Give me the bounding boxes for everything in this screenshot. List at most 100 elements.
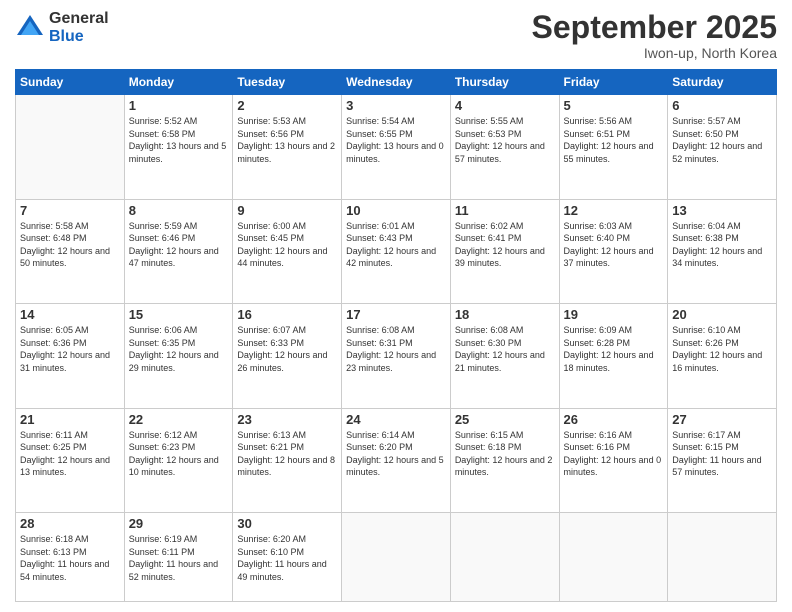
day-number: 20 bbox=[672, 307, 772, 322]
table-row: 10 Sunrise: 6:01 AM Sunset: 6:43 PM Dayli… bbox=[342, 199, 451, 303]
day-info: Sunrise: 6:18 AM Sunset: 6:13 PM Dayligh… bbox=[20, 533, 120, 583]
table-row: 29Sunrise: 6:19 AM Sunset: 6:11 PM Dayli… bbox=[124, 512, 233, 601]
day-info: Sunrise: 6:08 AM Sunset: 6:31 PM Dayligh… bbox=[346, 324, 446, 374]
day-number: 11 bbox=[455, 203, 555, 218]
table-row: 13 Sunrise: 6:04 AM Sunset: 6:38 PM Dayli… bbox=[668, 199, 777, 303]
day-info: Sunrise: 6:15 AM Sunset: 6:18 PM Dayligh… bbox=[455, 429, 555, 479]
table-row bbox=[16, 95, 125, 199]
day-number: 2 bbox=[237, 98, 337, 113]
day-number: 30 bbox=[237, 516, 337, 531]
day-number: 4 bbox=[455, 98, 555, 113]
day-info: Sunrise: 6:02 AM Sunset: 6:41 PM Dayligh… bbox=[455, 220, 555, 270]
table-row: 7 Sunrise: 5:58 AM Sunset: 6:48 PM Daylig… bbox=[16, 199, 125, 303]
table-row bbox=[450, 512, 559, 601]
table-row: 17 Sunrise: 6:08 AM Sunset: 6:31 PM Dayli… bbox=[342, 304, 451, 408]
day-number: 1 bbox=[129, 98, 229, 113]
logo-general: General bbox=[49, 10, 109, 28]
table-row: 24Sunrise: 6:14 AM Sunset: 6:20 PM Dayli… bbox=[342, 408, 451, 512]
col-saturday: Saturday bbox=[668, 70, 777, 95]
table-row: 6Sunrise: 5:57 AM Sunset: 6:50 PM Daylig… bbox=[668, 95, 777, 199]
day-number: 21 bbox=[20, 412, 120, 427]
table-row: 23Sunrise: 6:13 AM Sunset: 6:21 PM Dayli… bbox=[233, 408, 342, 512]
day-number: 9 bbox=[237, 203, 337, 218]
day-info: Sunrise: 6:03 AM Sunset: 6:40 PM Dayligh… bbox=[564, 220, 664, 270]
table-row: 1 Sunrise: 5:52 AM Sunset: 6:58 PM Daylig… bbox=[124, 95, 233, 199]
day-number: 28 bbox=[20, 516, 120, 531]
table-row: 20 Sunrise: 6:10 AM Sunset: 6:26 PM Dayli… bbox=[668, 304, 777, 408]
day-info: Sunrise: 6:04 AM Sunset: 6:38 PM Dayligh… bbox=[672, 220, 772, 270]
table-row: 18 Sunrise: 6:08 AM Sunset: 6:30 PM Dayli… bbox=[450, 304, 559, 408]
table-row: 4 Sunrise: 5:55 AM Sunset: 6:53 PM Daylig… bbox=[450, 95, 559, 199]
day-info: Sunrise: 5:54 AM Sunset: 6:55 PM Dayligh… bbox=[346, 115, 446, 165]
day-info: Sunrise: 5:58 AM Sunset: 6:48 PM Dayligh… bbox=[20, 220, 120, 270]
day-number: 22 bbox=[129, 412, 229, 427]
day-info: Sunrise: 5:53 AM Sunset: 6:56 PM Dayligh… bbox=[237, 115, 337, 165]
day-info: Sunrise: 6:07 AM Sunset: 6:33 PM Dayligh… bbox=[237, 324, 337, 374]
page: General Blue September 2025 Iwon-up, Nor… bbox=[0, 0, 792, 612]
day-number: 23 bbox=[237, 412, 337, 427]
day-number: 13 bbox=[672, 203, 772, 218]
logo-icon bbox=[15, 13, 45, 43]
day-info: Sunrise: 5:55 AM Sunset: 6:53 PM Dayligh… bbox=[455, 115, 555, 165]
day-number: 3 bbox=[346, 98, 446, 113]
month-title: September 2025 bbox=[532, 10, 777, 45]
day-info: Sunrise: 6:20 AM Sunset: 6:10 PM Dayligh… bbox=[237, 533, 337, 583]
day-info: Sunrise: 6:11 AM Sunset: 6:25 PM Dayligh… bbox=[20, 429, 120, 479]
table-row bbox=[342, 512, 451, 601]
col-sunday: Sunday bbox=[16, 70, 125, 95]
table-row: 12 Sunrise: 6:03 AM Sunset: 6:40 PM Dayli… bbox=[559, 199, 668, 303]
day-number: 17 bbox=[346, 307, 446, 322]
day-info: Sunrise: 6:10 AM Sunset: 6:26 PM Dayligh… bbox=[672, 324, 772, 374]
day-info: Sunrise: 6:17 AM Sunset: 6:15 PM Dayligh… bbox=[672, 429, 772, 479]
day-number: 27 bbox=[672, 412, 772, 427]
day-number: 15 bbox=[129, 307, 229, 322]
table-row: 3 Sunrise: 5:54 AM Sunset: 6:55 PM Daylig… bbox=[342, 95, 451, 199]
logo-blue: Blue bbox=[49, 28, 109, 46]
table-row: 27 Sunrise: 6:17 AM Sunset: 6:15 PM Dayli… bbox=[668, 408, 777, 512]
header: General Blue September 2025 Iwon-up, Nor… bbox=[15, 10, 777, 61]
table-row: 30 Sunrise: 6:20 AM Sunset: 6:10 PM Dayli… bbox=[233, 512, 342, 601]
table-row: 26 Sunrise: 6:16 AM Sunset: 6:16 PM Dayli… bbox=[559, 408, 668, 512]
calendar-header-row: Sunday Monday Tuesday Wednesday Thursday… bbox=[16, 70, 777, 95]
day-number: 10 bbox=[346, 203, 446, 218]
table-row: 21 Sunrise: 6:11 AM Sunset: 6:25 PM Dayli… bbox=[16, 408, 125, 512]
table-row: 5 Sunrise: 5:56 AM Sunset: 6:51 PM Daylig… bbox=[559, 95, 668, 199]
day-info: Sunrise: 5:59 AM Sunset: 6:46 PM Dayligh… bbox=[129, 220, 229, 270]
table-row: 9 Sunrise: 6:00 AM Sunset: 6:45 PM Daylig… bbox=[233, 199, 342, 303]
day-info: Sunrise: 5:52 AM Sunset: 6:58 PM Dayligh… bbox=[129, 115, 229, 165]
day-number: 8 bbox=[129, 203, 229, 218]
table-row: 16Sunrise: 6:07 AM Sunset: 6:33 PM Dayli… bbox=[233, 304, 342, 408]
day-number: 19 bbox=[564, 307, 664, 322]
col-friday: Friday bbox=[559, 70, 668, 95]
logo: General Blue bbox=[15, 10, 109, 45]
day-number: 18 bbox=[455, 307, 555, 322]
day-number: 5 bbox=[564, 98, 664, 113]
table-row: 15 Sunrise: 6:06 AM Sunset: 6:35 PM Dayli… bbox=[124, 304, 233, 408]
day-number: 26 bbox=[564, 412, 664, 427]
table-row: 8 Sunrise: 5:59 AM Sunset: 6:46 PM Daylig… bbox=[124, 199, 233, 303]
table-row: 28 Sunrise: 6:18 AM Sunset: 6:13 PM Dayli… bbox=[16, 512, 125, 601]
table-row: 11 Sunrise: 6:02 AM Sunset: 6:41 PM Dayli… bbox=[450, 199, 559, 303]
col-wednesday: Wednesday bbox=[342, 70, 451, 95]
day-number: 7 bbox=[20, 203, 120, 218]
day-info: Sunrise: 6:01 AM Sunset: 6:43 PM Dayligh… bbox=[346, 220, 446, 270]
day-info: Sunrise: 6:00 AM Sunset: 6:45 PM Dayligh… bbox=[237, 220, 337, 270]
day-info: Sunrise: 5:56 AM Sunset: 6:51 PM Dayligh… bbox=[564, 115, 664, 165]
day-info: Sunrise: 6:06 AM Sunset: 6:35 PM Dayligh… bbox=[129, 324, 229, 374]
day-info: Sunrise: 6:12 AM Sunset: 6:23 PM Dayligh… bbox=[129, 429, 229, 479]
table-row bbox=[668, 512, 777, 601]
day-info: Sunrise: 6:05 AM Sunset: 6:36 PM Dayligh… bbox=[20, 324, 120, 374]
table-row bbox=[559, 512, 668, 601]
table-row: 14Sunrise: 6:05 AM Sunset: 6:36 PM Dayli… bbox=[16, 304, 125, 408]
day-info: Sunrise: 6:09 AM Sunset: 6:28 PM Dayligh… bbox=[564, 324, 664, 374]
col-thursday: Thursday bbox=[450, 70, 559, 95]
day-info: Sunrise: 6:16 AM Sunset: 6:16 PM Dayligh… bbox=[564, 429, 664, 479]
table-row: 22 Sunrise: 6:12 AM Sunset: 6:23 PM Dayli… bbox=[124, 408, 233, 512]
day-number: 25 bbox=[455, 412, 555, 427]
day-info: Sunrise: 6:08 AM Sunset: 6:30 PM Dayligh… bbox=[455, 324, 555, 374]
col-monday: Monday bbox=[124, 70, 233, 95]
title-block: September 2025 Iwon-up, North Korea bbox=[532, 10, 777, 61]
calendar-body: 1 Sunrise: 5:52 AM Sunset: 6:58 PM Daylig… bbox=[16, 95, 777, 602]
table-row: 19 Sunrise: 6:09 AM Sunset: 6:28 PM Dayli… bbox=[559, 304, 668, 408]
day-number: 12 bbox=[564, 203, 664, 218]
